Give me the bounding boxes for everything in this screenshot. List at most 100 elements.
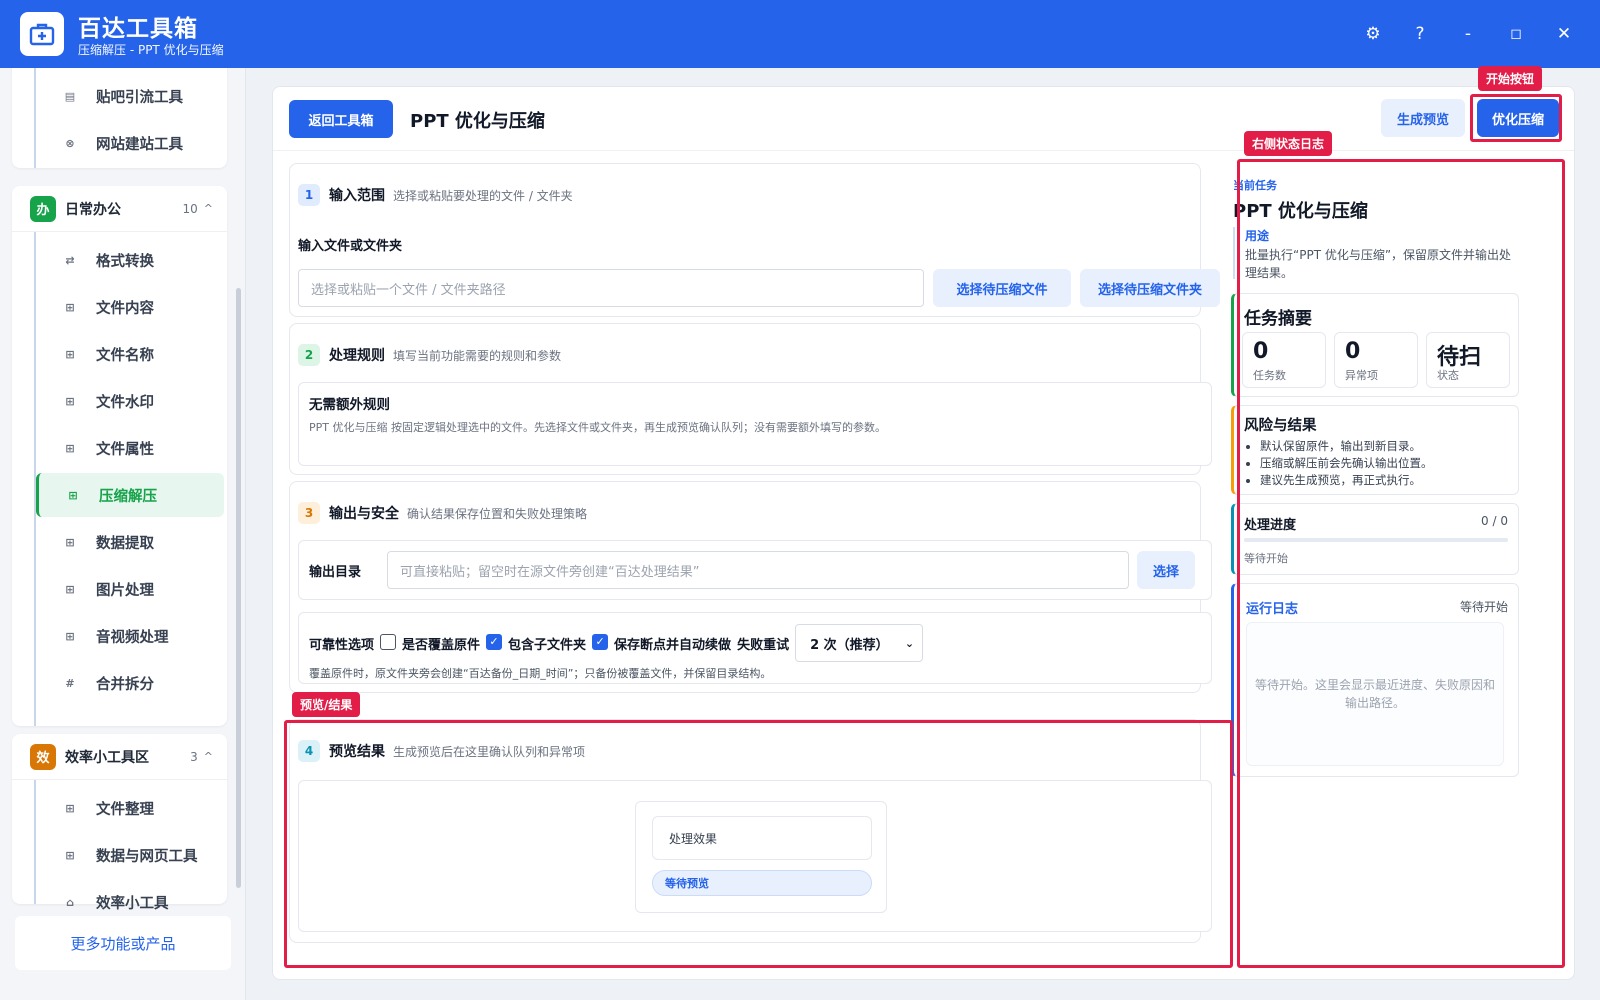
- sidebar-item-image[interactable]: ⊞ 图片处理: [36, 567, 224, 611]
- group-count: 3: [190, 749, 198, 764]
- sidebar-item-website[interactable]: ⊗ 网站建站工具: [36, 121, 224, 165]
- overwrite-checkbox[interactable]: [380, 634, 397, 650]
- annotation-label-start: 开始按钮: [1478, 66, 1543, 91]
- sidebar-item-watermark[interactable]: ⊞ 文件水印: [36, 379, 224, 423]
- resume-checkbox[interactable]: ✓: [592, 634, 609, 650]
- sidebar-item-filename[interactable]: ⊞ 文件名称: [36, 332, 224, 376]
- annotation-label-log: 右侧状态日志: [1244, 131, 1333, 156]
- grid-icon: ⊞: [65, 629, 75, 643]
- close-icon[interactable]: ✕: [1550, 20, 1578, 48]
- status-panel: 当前任务 PPT 优化与压缩 用途 批量执行“PPT 优化与压缩”，保留原文件并…: [1217, 157, 1535, 947]
- sidebar-item-data-web[interactable]: ⊞ 数据与网页工具: [36, 833, 224, 877]
- pick-folder-button[interactable]: 选择待压缩文件夹: [1080, 269, 1220, 307]
- globe-icon: ⊗: [65, 136, 75, 150]
- field-label: 输入文件或文件夹: [298, 239, 403, 254]
- sidebar-item-merge[interactable]: # 合并拆分: [36, 661, 224, 705]
- choose-output-button[interactable]: 选择: [1137, 551, 1195, 589]
- more-products-button[interactable]: 更多功能或产品: [15, 916, 231, 970]
- sidebar-group-previous: ▤ 贴吧引流工具 ⊗ 网站建站工具: [12, 68, 227, 168]
- group-header-efficiency[interactable]: 效 效率小工具区 3 ^: [12, 734, 227, 780]
- sidebar-item-organize[interactable]: ⊞ 文件整理: [36, 786, 224, 830]
- log-status: 等待开始: [1459, 600, 1508, 614]
- sidebar-item-label: 数据提取: [96, 535, 154, 552]
- swap-icon: ⇄: [65, 253, 75, 267]
- input-path-field[interactable]: 选择或粘贴一个文件 / 文件夹路径: [298, 269, 924, 307]
- section-title: 输入范围: [329, 188, 385, 204]
- subfolders-label: 包含子文件夹: [508, 637, 587, 653]
- overwrite-label: 是否覆盖原件: [402, 637, 481, 653]
- maximize-icon[interactable]: ◻: [1502, 20, 1530, 48]
- usage-label: 用途: [1245, 229, 1270, 243]
- chevron-down-icon: ⌄: [904, 636, 915, 650]
- minimize-icon[interactable]: -: [1454, 20, 1482, 48]
- sidebar-item-compress[interactable]: ⊞ 压缩解压: [36, 473, 224, 517]
- rules-title: 无需额外规则: [309, 397, 390, 413]
- subfolders-checkbox[interactable]: ✓: [486, 634, 503, 650]
- settings-icon[interactable]: ⚙: [1359, 20, 1387, 48]
- main-panel: 返回工具箱 PPT 优化与压缩 生成预览 优化压缩 1 输入范围 选择或粘贴要处…: [272, 86, 1575, 980]
- section-title: 预览结果: [329, 744, 385, 760]
- risk-item: 建议先生成预览，再正式执行。: [1260, 472, 1433, 489]
- optimize-compress-button[interactable]: 优化压缩: [1477, 99, 1559, 137]
- group-title: 效率小工具区: [65, 749, 149, 766]
- sidebar-item-label: 文件属性: [96, 441, 154, 458]
- sidebar: ▤ 贴吧引流工具 ⊗ 网站建站工具 办 日常办公 10 ^ ⇄ 格式转换 ⊞ 文件内…: [0, 68, 246, 1000]
- reliability-box: 可靠性选项 是否覆盖原件 ✓ 包含子文件夹 ✓ 保存断点并自动续做 失败重试 2…: [298, 612, 1212, 684]
- output-dir-box: 输出目录 可直接粘贴；留空时在源文件旁创建“百达处理结果” 选择: [298, 540, 1212, 600]
- sidebar-item-content[interactable]: ⊞ 文件内容: [36, 285, 224, 329]
- annotation-label-preview: 预览/结果: [292, 692, 361, 717]
- grid-icon: ⊞: [65, 394, 75, 408]
- section-header: 1 输入范围 选择或粘贴要处理的文件 / 文件夹: [298, 184, 573, 206]
- pick-file-button[interactable]: 选择待压缩文件: [933, 269, 1071, 307]
- section-title: 处理规则: [329, 348, 385, 364]
- risk-item: 压缩或解压前会先确认输出位置。: [1260, 455, 1433, 472]
- sidebar-item-format[interactable]: ⇄ 格式转换: [36, 238, 224, 282]
- page-title: PPT 优化与压缩: [410, 111, 545, 132]
- help-icon[interactable]: ?: [1406, 20, 1434, 48]
- title-bar: 百达工具箱 压缩解压 - PPT 优化与压缩 ⚙ ? - ◻ ✕: [0, 0, 1600, 68]
- grid-icon: ⊞: [65, 347, 75, 361]
- group-badge: 办: [30, 195, 56, 222]
- risk-card: 风险与结果 默认保留原件，输出到新目录。 压缩或解压前会先确认输出位置。 建议先…: [1231, 405, 1519, 495]
- group-header-office[interactable]: 办 日常办公 10 ^: [12, 186, 227, 232]
- output-dir-input[interactable]: 可直接粘贴；留空时在源文件旁创建“百达处理结果”: [387, 551, 1129, 589]
- sidebar-item-label: 音视频处理: [96, 629, 169, 646]
- step-number: 1: [298, 184, 320, 206]
- chevron-up-icon[interactable]: ^: [204, 202, 213, 215]
- sidebar-item-label: 网站建站工具: [96, 136, 183, 153]
- progress-status: 等待开始: [1244, 552, 1288, 565]
- section-title: 输出与安全: [329, 506, 399, 522]
- sidebar-item-extract[interactable]: ⊞ 数据提取: [36, 520, 224, 564]
- risk-title: 风险与结果: [1244, 418, 1317, 434]
- current-task-label: 当前任务: [1233, 179, 1277, 192]
- log-area[interactable]: 等待开始。这里会显示最近进度、失败原因和输出路径。: [1246, 622, 1504, 766]
- risk-list: 默认保留原件，输出到新目录。 压缩或解压前会先确认输出位置。 建议先生成预览，再…: [1260, 438, 1433, 489]
- rules-box: 无需额外规则 PPT 优化与压缩 按固定逻辑处理选中的文件。先选择文件或文件夹，…: [298, 382, 1212, 466]
- sidebar-item-media[interactable]: ⊞ 音视频处理: [36, 614, 224, 658]
- generate-preview-button[interactable]: 生成预览: [1381, 99, 1465, 137]
- retry-select[interactable]: 2 次（推荐） ⌄: [795, 624, 924, 662]
- sidebar-item-label: 文件名称: [96, 347, 154, 364]
- step-number: 3: [298, 502, 320, 524]
- sidebar-item-label: 压缩解压: [99, 488, 157, 505]
- effect-label: 处理效果: [652, 816, 872, 860]
- sidebar-item-tieba[interactable]: ▤ 贴吧引流工具: [36, 74, 224, 118]
- sidebar-item-label: 文件内容: [96, 300, 154, 317]
- log-title: 运行日志: [1246, 602, 1299, 617]
- stat-label: 状态: [1437, 369, 1459, 382]
- chevron-up-icon[interactable]: ^: [204, 750, 213, 763]
- page-header: 返回工具箱 PPT 优化与压缩 生成预览 优化压缩: [273, 87, 1574, 151]
- backup-note: 覆盖原件时，原文件夹旁会创建“百达备份_日期_时间”；只备份被覆盖文件，并保留目…: [309, 667, 772, 680]
- sidebar-item-label: 合并拆分: [96, 676, 154, 693]
- sidebar-item-properties[interactable]: ⊞ 文件属性: [36, 426, 224, 470]
- section-description: 选择或粘贴要处理的文件 / 文件夹: [393, 188, 573, 203]
- preview-area: 处理效果 等待预览: [298, 780, 1212, 932]
- sidebar-item-label: 效率小工具: [96, 895, 169, 912]
- sidebar-scrollbar[interactable]: [236, 288, 241, 888]
- section-header: 4 预览结果 生成预览后在这里确认队列和异常项: [298, 740, 585, 762]
- summary-card: 任务摘要 0 任务数 0 异常项 待扫 状态: [1231, 293, 1519, 397]
- grid-icon: ⊞: [68, 488, 78, 502]
- progress-bar: [1244, 538, 1508, 542]
- step-number: 4: [298, 740, 320, 762]
- back-button[interactable]: 返回工具箱: [289, 100, 393, 138]
